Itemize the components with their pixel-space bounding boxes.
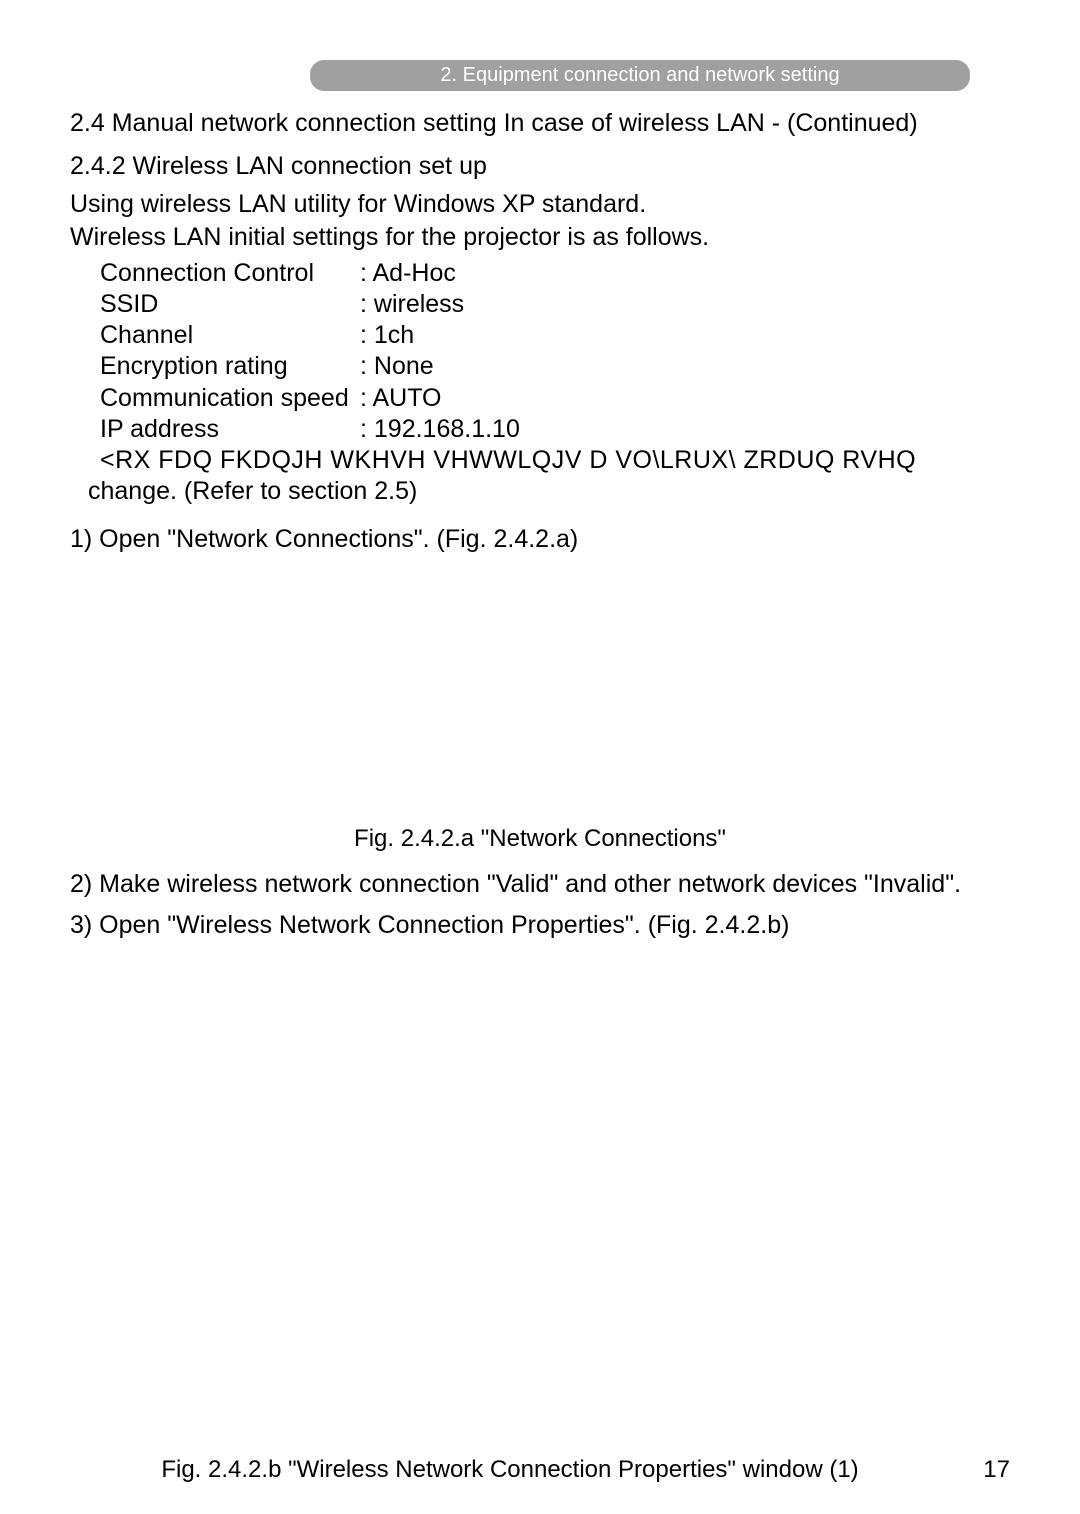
figure-a-caption: Fig. 2.4.2.a "Network Connections" — [70, 825, 1010, 853]
settings-list: Connection Control : Ad-Hoc SSID : wirel… — [100, 258, 1010, 446]
settings-label: Communication speed — [100, 383, 360, 414]
settings-value: : None — [360, 351, 434, 382]
settings-label: SSID — [100, 289, 360, 320]
figure-a-placeholder — [70, 565, 1010, 815]
garbled-note-line: <RX FDQ FKDQJH WKHVH VHWWLQJV D VO\LRUX\… — [100, 445, 1010, 476]
settings-value: : 192.168.1.10 — [360, 414, 520, 445]
subsection-title: 2.4.2 Wireless LAN connection set up — [70, 152, 1010, 181]
change-note-line: change. (Refer to section 2.5) — [88, 476, 1010, 507]
settings-value: : AUTO — [360, 383, 442, 414]
settings-row: IP address : 192.168.1.10 — [100, 414, 1010, 445]
figure-b-caption: Fig. 2.4.2.b "Wireless Network Connectio… — [70, 1456, 950, 1484]
intro-line-2: Wireless LAN initial settings for the pr… — [70, 222, 1010, 253]
step-1: 1) Open "Network Connections". (Fig. 2.4… — [70, 524, 1010, 555]
settings-value: : wireless — [360, 289, 464, 320]
settings-row: SSID : wireless — [100, 289, 1010, 320]
figure-b-placeholder — [70, 951, 1010, 1401]
settings-label: Connection Control — [100, 258, 360, 289]
page-footer: Fig. 2.4.2.b "Wireless Network Connectio… — [70, 1456, 1010, 1484]
settings-row: Channel : 1ch — [100, 320, 1010, 351]
page-number: 17 — [950, 1456, 1010, 1484]
intro-line-1: Using wireless LAN utility for Windows X… — [70, 189, 1010, 220]
step-2: 2) Make wireless network connection "Val… — [70, 869, 1010, 900]
settings-row: Communication speed : AUTO — [100, 383, 1010, 414]
settings-value: : Ad-Hoc — [360, 258, 456, 289]
settings-label: Encryption rating — [100, 351, 360, 382]
section-title: 2.4 Manual network connection setting In… — [70, 109, 1010, 138]
settings-value: : 1ch — [360, 320, 414, 351]
breadcrumb-text: 2. Equipment connection and network sett… — [440, 64, 839, 86]
settings-label: Channel — [100, 320, 360, 351]
step-3: 3) Open "Wireless Network Connection Pro… — [70, 910, 1010, 941]
header-breadcrumb-bar: 2. Equipment connection and network sett… — [310, 60, 970, 91]
settings-row: Connection Control : Ad-Hoc — [100, 258, 1010, 289]
settings-label: IP address — [100, 414, 360, 445]
settings-row: Encryption rating : None — [100, 351, 1010, 382]
